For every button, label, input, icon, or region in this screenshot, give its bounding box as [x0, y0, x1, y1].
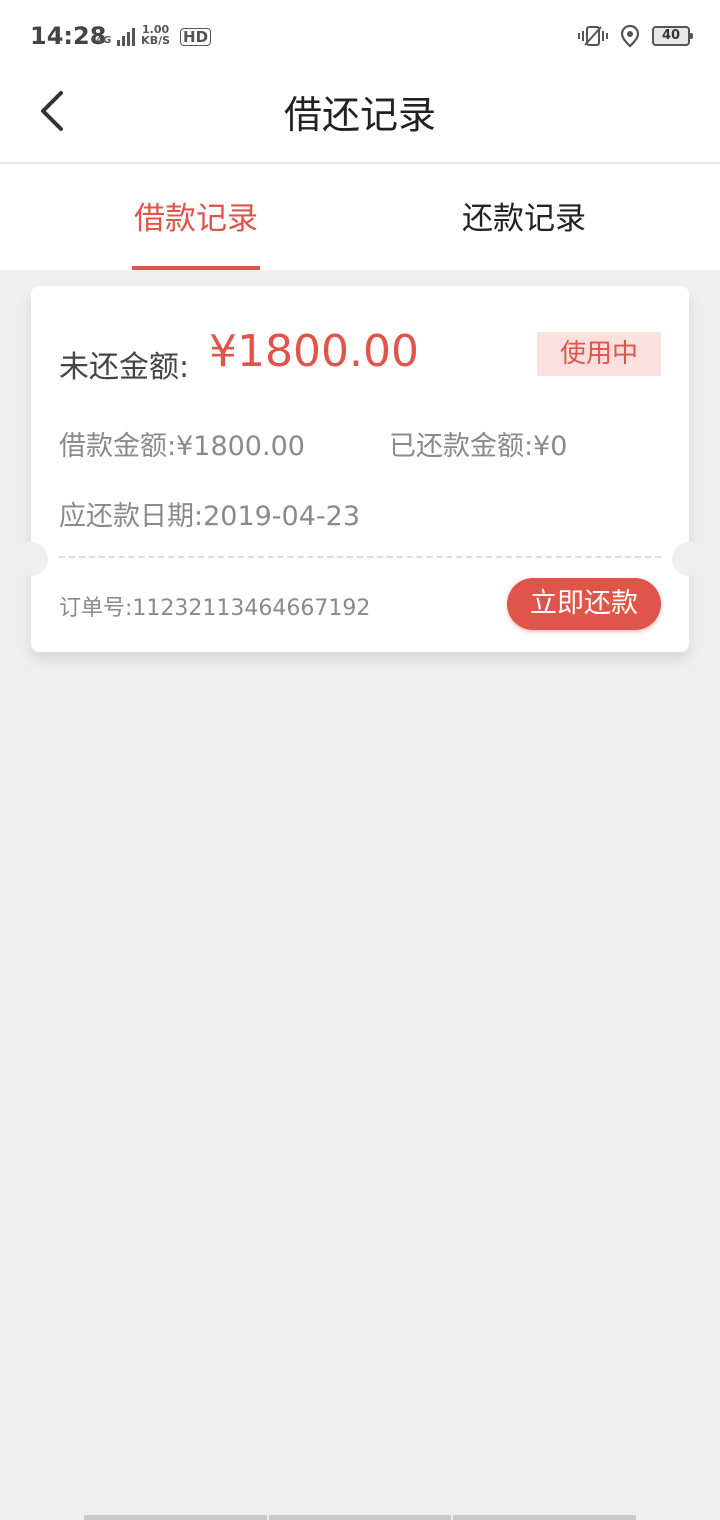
status-right: 40: [578, 24, 693, 48]
tab-repayment-records[interactable]: 还款记录: [424, 164, 624, 270]
outstanding-amount: ¥1800.00: [209, 326, 419, 377]
order-number: 订单号:11232113464667192: [59, 596, 371, 621]
hd-icon: HD: [180, 28, 212, 46]
vibrate-icon: [578, 26, 608, 46]
speed-unit: KB/S: [141, 34, 171, 47]
loan-record-card[interactable]: 未还金额: ¥1800.00 使用中 借款金额:¥1800.00 已还款金额:¥…: [14, 286, 706, 652]
card-notch-right: [672, 542, 706, 576]
tab-loan-records[interactable]: 借款记录: [96, 164, 296, 270]
loan-amount: 借款金额:¥1800.00: [59, 431, 305, 462]
tab-bar: 借款记录 还款记录: [0, 164, 720, 270]
repay-now-button[interactable]: 立即还款: [507, 578, 661, 630]
status-time: 14:28: [30, 22, 107, 50]
status-badge: 使用中: [537, 332, 661, 376]
repaid-amount: 已还款金额:¥0: [389, 431, 568, 462]
status-bar: 14:28 4G 1.00 KB/S HD 40: [0, 0, 720, 70]
due-date: 应还款日期:2019-04-23: [59, 501, 361, 532]
nav-bar: 借还记录: [0, 70, 720, 164]
page-title: 借还记录: [283, 93, 436, 137]
gesture-bar: [84, 1515, 637, 1520]
active-tab-indicator: [132, 266, 260, 270]
card-notch-left: [14, 542, 48, 576]
network-type: 4G: [96, 35, 112, 46]
dashed-divider: [59, 556, 661, 558]
location-icon: [620, 24, 640, 48]
network-status: 4G 1.00 KB/S HD: [96, 24, 212, 46]
network-speed: 1.00 KB/S: [141, 24, 170, 46]
signal-icon: [117, 28, 136, 46]
battery-icon: 40: [652, 26, 693, 46]
outstanding-label: 未还金额:: [59, 350, 190, 385]
